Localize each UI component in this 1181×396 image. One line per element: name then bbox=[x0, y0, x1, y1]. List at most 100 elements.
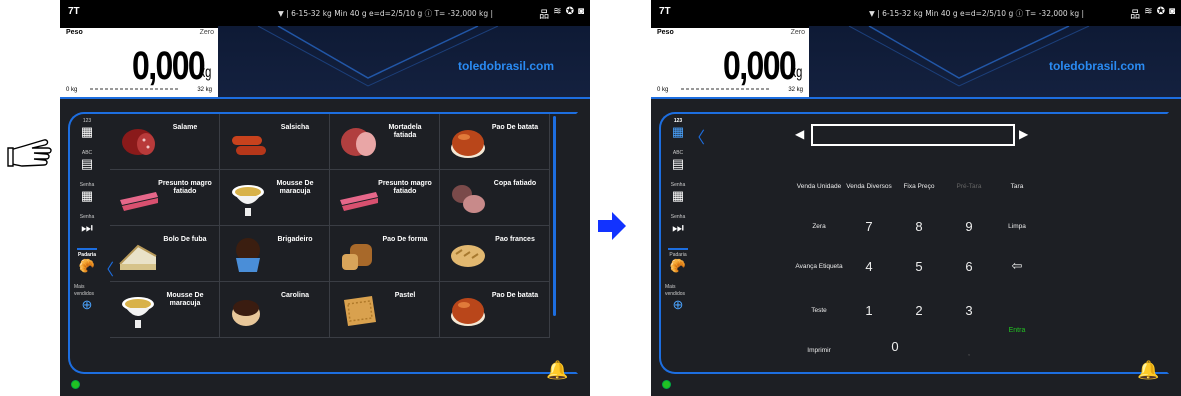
digit-4-key[interactable]: 4 bbox=[841, 254, 897, 278]
range-bar bbox=[90, 88, 180, 90]
sidebar: 123 ▦ ABC ▤ Senha ▦ Senha ⏭ Padaria 🥐 Ma… bbox=[665, 118, 691, 348]
product-cell[interactable]: Copa fatiado bbox=[440, 170, 550, 226]
weight-unit: kg bbox=[790, 64, 803, 81]
mortadella-icon bbox=[341, 128, 376, 156]
product-cell[interactable]: Pao De batata bbox=[440, 114, 550, 170]
sidebar-item-alpha[interactable]: ABC ▤ bbox=[74, 150, 100, 182]
limpa-key[interactable]: Limpa bbox=[989, 214, 1045, 238]
bakery-icon: 🥐 bbox=[78, 258, 96, 273]
product-name: Mousse De maracuja bbox=[276, 180, 314, 195]
sidebar-item-skip[interactable]: Senha ⏭ bbox=[74, 214, 100, 246]
product-cell[interactable]: Salsicha bbox=[220, 114, 330, 170]
collapse-chevron-icon[interactable]: 〈 bbox=[689, 124, 705, 148]
cured-meat-icon bbox=[452, 185, 485, 213]
sidebar-item-numeric[interactable]: 123 ▦ bbox=[665, 118, 691, 150]
product-name: Presunto magro fatiado bbox=[158, 180, 212, 195]
product-cell[interactable]: Pao frances bbox=[440, 226, 550, 282]
sidebar-item-skip[interactable]: Senha ⏭ bbox=[665, 214, 691, 246]
cake-icon bbox=[119, 244, 157, 270]
sidebar-item-password[interactable]: Senha ▦ bbox=[74, 182, 100, 214]
weight-unit: kg bbox=[199, 64, 212, 81]
product-name: Pao De batata bbox=[491, 124, 539, 131]
backspace-key[interactable]: ⇦ bbox=[989, 254, 1045, 278]
zera-key[interactable]: Zera bbox=[791, 214, 847, 238]
product-name: Mortadela fatiada bbox=[388, 124, 422, 139]
product-name: Pao De batata bbox=[491, 292, 539, 299]
product-cell[interactable]: Brigadeiro bbox=[220, 226, 330, 282]
product-name: Salame bbox=[172, 124, 198, 131]
pastry-icon bbox=[344, 296, 376, 326]
cursor-left-icon[interactable]: ◀ bbox=[795, 127, 804, 141]
sidebar-item-bakery[interactable]: Padaria 🥐 bbox=[74, 252, 100, 284]
pointing-hand-icon bbox=[7, 139, 52, 167]
bell-icon[interactable]: 🔔 bbox=[546, 360, 568, 382]
range-max: 32 kg bbox=[197, 87, 212, 93]
tara-key[interactable]: Tara bbox=[989, 174, 1045, 198]
sidebar-item-password[interactable]: Senha ▦ bbox=[665, 182, 691, 214]
sidebar-item-alpha[interactable]: ABC ▤ bbox=[665, 150, 691, 182]
sidebar-item-numeric[interactable]: 123 ▦ bbox=[74, 118, 100, 150]
product-cell[interactable]: Mousse De maracuja bbox=[110, 282, 220, 338]
best-sellers-icon: ⊕ bbox=[81, 297, 93, 312]
product-cell[interactable]: Pao De batata bbox=[440, 282, 550, 338]
cursor-right-icon[interactable]: ▶ bbox=[1019, 127, 1028, 141]
wifi-icon: ≋ bbox=[1144, 6, 1153, 17]
status-icons: 品 ≋ ✪ ◙ bbox=[1130, 6, 1175, 21]
scale-screen-products: 7T ▼ | 6-15-32 kg Min 40 g e=d=2/5/10 g … bbox=[60, 0, 590, 396]
fixa-preco-key[interactable]: Fixa Preço bbox=[891, 174, 947, 198]
product-cell[interactable]: Pastel bbox=[330, 282, 440, 338]
product-cell[interactable]: Presunto magro fatiado bbox=[330, 170, 440, 226]
mousse-icon bbox=[122, 297, 154, 328]
loaf-icon bbox=[342, 244, 372, 270]
code-input[interactable] bbox=[811, 124, 1015, 146]
status-icons: 品 ≋ ✪ ◙ bbox=[539, 6, 584, 21]
status-bar: 7T ▼ | 6-15-32 kg Min 40 g e=d=2/5/10 g … bbox=[651, 0, 1181, 26]
next-arrow-icon bbox=[598, 212, 626, 240]
specs-text: ▼ | 6-15-32 kg Min 40 g e=d=2/5/10 g ⓘ T… bbox=[869, 9, 1085, 18]
product-cell[interactable]: Presunto magro fatiado bbox=[110, 170, 220, 226]
avanca-etiqueta-key[interactable]: Avança Etiqueta bbox=[791, 254, 847, 278]
range-bar bbox=[681, 88, 771, 90]
sidebar-item-best-sellers[interactable]: Mais vendidos ⊕ bbox=[74, 284, 100, 316]
venda-unidade-key[interactable]: Venda Unidade bbox=[791, 174, 847, 198]
sidebar-item-bakery[interactable]: Padaria 🥐 bbox=[665, 252, 691, 284]
product-name: Bolo De fuba bbox=[163, 236, 207, 243]
digit-5-key[interactable]: 5 bbox=[891, 254, 947, 278]
brand-banner: toledobrasil.com bbox=[809, 26, 1181, 99]
stage: 7T ▼ | 6-15-32 kg Min 40 g e=d=2/5/10 g … bbox=[0, 0, 1181, 396]
product-cell[interactable]: Carolina bbox=[220, 282, 330, 338]
camera-icon[interactable]: ◙ bbox=[578, 6, 584, 21]
sidebar-divider bbox=[77, 248, 97, 250]
teste-key[interactable]: Teste bbox=[791, 298, 847, 322]
venda-diversos-key[interactable]: Venda Diversos bbox=[841, 174, 897, 198]
camera-icon[interactable]: ◙ bbox=[1169, 6, 1175, 21]
digit-2-key[interactable]: 2 bbox=[891, 298, 947, 322]
brand-url[interactable]: toledobrasil.com bbox=[1049, 59, 1145, 73]
digit-1-key[interactable]: 1 bbox=[841, 298, 897, 322]
weight-label: Peso bbox=[657, 29, 674, 36]
comma-key[interactable]: , bbox=[941, 340, 997, 364]
digit-0-key[interactable]: 0 bbox=[867, 334, 923, 358]
imprimir-key[interactable]: Imprimir bbox=[791, 338, 847, 362]
settings-icon[interactable]: ✪ bbox=[1157, 6, 1165, 21]
brand-url[interactable]: toledobrasil.com bbox=[458, 59, 554, 73]
product-cell[interactable]: Salame bbox=[110, 114, 220, 170]
weight-value: 0,000 bbox=[722, 44, 797, 88]
product-cell[interactable]: Mortadela fatiada bbox=[330, 114, 440, 170]
scale-screen-keypad: 7T ▼ | 6-15-32 kg Min 40 g e=d=2/5/10 g … bbox=[651, 0, 1181, 396]
product-cell[interactable]: Pao De forma bbox=[330, 226, 440, 282]
product-cell[interactable]: Mousse De maracuja bbox=[220, 170, 330, 226]
specs-text: ▼ | 6-15-32 kg Min 40 g e=d=2/5/10 g ⓘ T… bbox=[278, 9, 494, 18]
salami-icon bbox=[122, 129, 155, 155]
settings-icon[interactable]: ✪ bbox=[566, 6, 574, 21]
product-name: Copa fatiado bbox=[493, 180, 537, 187]
password-keypad-icon: ▦ bbox=[671, 188, 685, 203]
bell-icon[interactable]: 🔔 bbox=[1137, 360, 1159, 382]
sidebar-item-best-sellers[interactable]: Mais vendidos ⊕ bbox=[665, 284, 691, 316]
digit-7-key[interactable]: 7 bbox=[841, 214, 897, 238]
network-icon: 品 bbox=[1130, 10, 1141, 21]
scrollbar[interactable] bbox=[553, 116, 556, 316]
digit-8-key[interactable]: 8 bbox=[891, 214, 947, 238]
product-cell[interactable]: Bolo De fuba bbox=[110, 226, 220, 282]
entra-key[interactable]: Entra bbox=[989, 318, 1045, 342]
